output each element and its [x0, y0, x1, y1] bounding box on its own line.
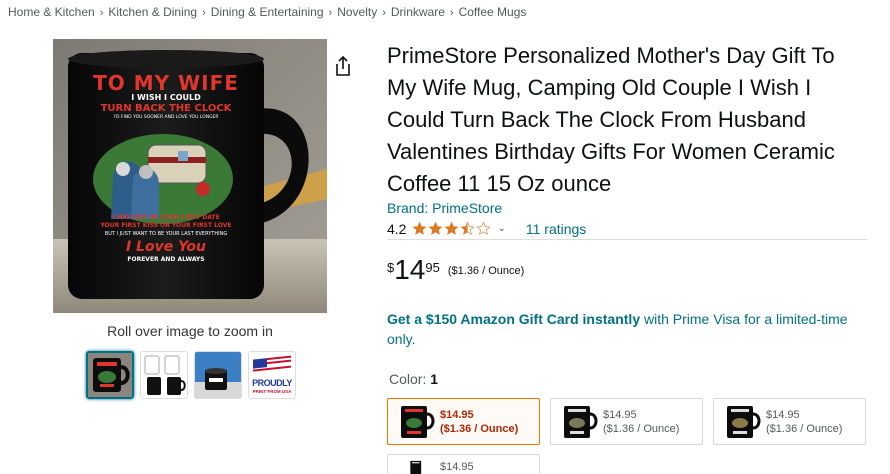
- star-icon: [412, 221, 427, 235]
- price-whole: 14: [394, 254, 426, 285]
- swatch-price-text: $14.95 ($1.36 / Ounce): [766, 408, 842, 436]
- swatch-mug-image: [401, 405, 435, 438]
- thumb-proudly-text: PROUDLY: [252, 378, 292, 388]
- thumbnail-strip: PROUDLY PRINT FROM USA: [86, 351, 296, 399]
- breadcrumb-kitchen-dining[interactable]: Kitchen & Dining: [108, 5, 197, 19]
- swatch-mug-image: [727, 405, 761, 438]
- breadcrumb-drinkware[interactable]: Drinkware: [391, 5, 445, 19]
- star-icon: [460, 221, 475, 235]
- rating-value: 4.2: [387, 220, 407, 237]
- swatch-price: $14.95: [440, 461, 474, 473]
- color-option-2[interactable]: $14.95 ($1.36 / Ounce): [550, 398, 703, 445]
- swatch-price: $14.95: [766, 408, 800, 421]
- swatch-price: $14.95: [603, 408, 637, 421]
- color-label: Color: 1: [389, 371, 438, 387]
- product-title: PrimeStore Personalized Mother's Day Gif…: [387, 43, 835, 196]
- breadcrumb-coffee-mugs[interactable]: Coffee Mugs: [459, 5, 527, 19]
- swatch-mug-image: [564, 405, 598, 438]
- price-per-unit: ($1.36 / Ounce): [447, 265, 525, 277]
- swatch-price-text: $14.95 ($1.36 / Ounce): [440, 408, 518, 436]
- color-option-3[interactable]: $14.95 ($1.36 / Ounce): [713, 398, 866, 445]
- breadcrumb-dining-entertaining[interactable]: Dining & Entertaining: [211, 5, 324, 19]
- promo-headline[interactable]: Get a $150 Amazon Gift Card instantly: [387, 311, 640, 327]
- mug-print-text: TO MY WIFE I WISH I COULD TURN BACK THE …: [68, 73, 264, 121]
- ratings-count-link[interactable]: 11 ratings: [526, 221, 586, 237]
- star-icon: [428, 221, 443, 235]
- mug-text-first-date: I MAY NOT BE YOUR FIRST DATE: [112, 214, 220, 221]
- price-fraction: 95: [425, 260, 440, 275]
- mug-text-first-kiss: YOUR FIRST KISS OR YOUR FIRST LOVE: [100, 222, 232, 229]
- swatch-unit-price: ($1.36 / Ounce): [766, 422, 843, 435]
- thumbnail-2[interactable]: [140, 351, 188, 399]
- breadcrumb-separator: ›: [328, 7, 333, 19]
- rating-row: 4.2 ⌄ 11 ratings: [387, 220, 867, 240]
- color-option-1[interactable]: $14.95 ($1.36 / Ounce): [387, 398, 540, 445]
- chevron-down-icon[interactable]: ⌄: [497, 223, 505, 234]
- thumbnail-4[interactable]: PROUDLY PRINT FROM USA: [248, 351, 296, 399]
- star-icon: [444, 221, 459, 235]
- color-option-4[interactable]: $14.95: [387, 454, 540, 474]
- mug-text-turn-back: TURN BACK THE CLOCK: [100, 103, 232, 114]
- color-label-text: Color:: [389, 371, 431, 387]
- mug-text-last-everything: BUT I JUST WANT TO BE YOUR LAST EVERYTHI…: [104, 231, 228, 237]
- thumb-print-text: PRINT FROM USA: [252, 389, 292, 394]
- mug-text-forever: FOREVER AND ALWAYS: [127, 256, 205, 263]
- star-icon: [476, 221, 491, 235]
- swatch-price-text: $14.95: [440, 460, 474, 474]
- breadcrumb-separator: ›: [202, 7, 206, 19]
- swatch-price-text: $14.95 ($1.36 / Ounce): [603, 408, 679, 436]
- price-symbol: $: [387, 260, 395, 275]
- thumbnail-1[interactable]: [86, 351, 134, 399]
- zoom-hint: Roll over image to zoom in: [107, 323, 273, 339]
- breadcrumb-novelty[interactable]: Novelty: [337, 5, 377, 19]
- breadcrumb-home-kitchen[interactable]: Home & Kitchen: [8, 5, 95, 19]
- share-icon[interactable]: [333, 55, 353, 77]
- price-block: $ 14 95 ($1.36 / Ounce): [387, 256, 524, 284]
- prime-visa-promo[interactable]: Get a $150 Amazon Gift Card instantly wi…: [387, 309, 867, 349]
- swatch-unit-price: ($1.36 / Ounce): [603, 422, 680, 435]
- mug-text-find-you: I'D FIND YOU SOONER AND LOVE YOU LONGER: [113, 115, 219, 120]
- brand-link[interactable]: Brand: PrimeStore: [387, 200, 502, 216]
- mug-text-to-my-wife: TO MY WIFE: [93, 71, 239, 95]
- swatch-mug-image: [410, 460, 422, 474]
- breadcrumb-separator: ›: [382, 7, 386, 19]
- swatch-unit-price: ($1.36 / Ounce): [440, 422, 519, 435]
- thumbnail-3[interactable]: [194, 351, 242, 399]
- mug-print-text-bottom: I MAY NOT BE YOUR FIRST DATE YOUR FIRST …: [68, 214, 264, 264]
- mug-text-i-love-you: I Love You: [125, 239, 207, 255]
- breadcrumb-separator: ›: [449, 7, 454, 19]
- breadcrumb: Home & Kitchen › Kitchen & Dining › Dining &…: [8, 5, 526, 19]
- star-rating[interactable]: [412, 221, 491, 236]
- main-product-image[interactable]: TO MY WIFE I WISH I COULD TURN BACK THE …: [53, 39, 327, 313]
- swatch-price: $14.95: [440, 408, 474, 421]
- color-value: 1: [430, 371, 439, 387]
- breadcrumb-separator: ›: [99, 7, 104, 19]
